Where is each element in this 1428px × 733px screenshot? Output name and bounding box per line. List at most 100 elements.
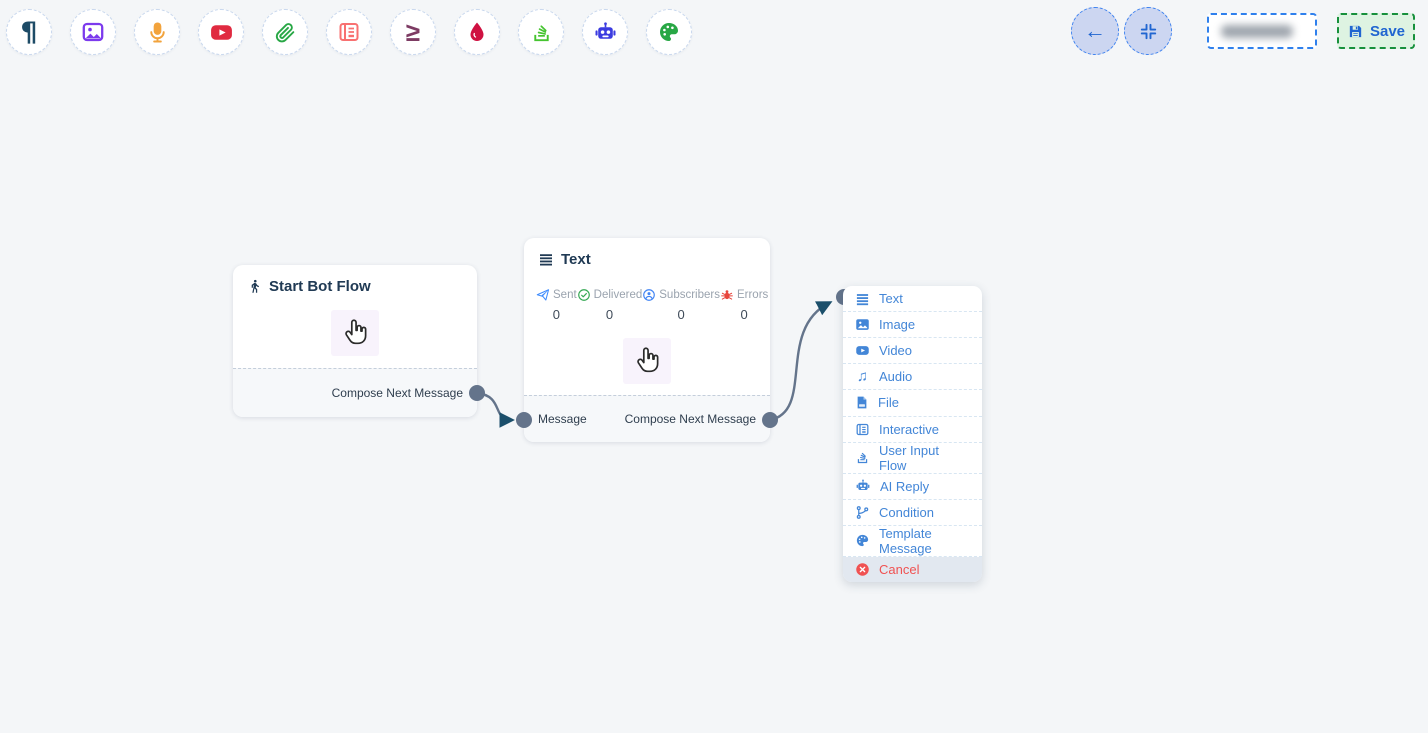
menu-item-template-message[interactable]: Template Message [843, 526, 982, 557]
start-node-header: Start Bot Flow [233, 265, 477, 295]
stat-sent: Sent 0 [536, 288, 577, 322]
menu-item-text[interactable]: Text [843, 286, 982, 312]
stat-errors-value: 0 [741, 307, 748, 322]
branch-icon [855, 505, 870, 520]
toolbar: ¶ ≥ [6, 9, 692, 55]
menu-item-label: Audio [879, 369, 912, 384]
menu-item-label: Interactive [879, 422, 939, 437]
robot-icon [593, 20, 618, 45]
menu-item-label: Text [879, 291, 903, 306]
toolbar-gte-button[interactable]: ≥ [390, 9, 436, 55]
menu-item-user-input-flow[interactable]: User Input Flow [843, 443, 982, 474]
text-node[interactable]: Text Sent 0 Delivered 0 Subscribers 0 [524, 238, 770, 442]
hand-pointer-icon [630, 344, 664, 378]
start-node-title: Start Bot Flow [269, 278, 371, 295]
menu-item-cancel[interactable]: Cancel [843, 557, 982, 582]
save-icon [1347, 23, 1364, 40]
greater-equal-icon: ≥ [406, 19, 420, 45]
toolbar-text-button[interactable]: ¶ [6, 9, 52, 55]
video-icon [855, 343, 870, 358]
hamburger-icon [538, 252, 554, 267]
text-node-stats: Sent 0 Delivered 0 Subscribers 0 Errors … [524, 288, 770, 322]
stack-icon [530, 21, 553, 44]
toolbar-drop-button[interactable] [454, 9, 500, 55]
compose-next-message-port-label[interactable]: Compose Next Message [332, 386, 463, 400]
menu-item-audio[interactable]: ♫ Audio [843, 364, 982, 390]
user-circle-icon [642, 288, 656, 302]
compress-view-button[interactable] [1124, 7, 1172, 55]
stat-errors-label: Errors [737, 289, 768, 301]
wire-start-to-text [477, 393, 511, 420]
music-note-icon: ♫ [855, 369, 870, 384]
start-node-footer: Compose Next Message [233, 368, 477, 417]
text-node-footer: Message Compose Next Message [524, 395, 770, 442]
menu-item-file[interactable]: File [843, 390, 982, 416]
newspaper-icon [337, 20, 361, 44]
menu-item-interactive[interactable]: Interactive [843, 417, 982, 443]
menu-item-image[interactable]: Image [843, 312, 982, 338]
walking-person-icon [247, 278, 262, 295]
drag-cursor-pad [623, 338, 671, 384]
node-type-menu: Text Image Video ♫ Audio File Interactiv… [843, 286, 982, 582]
stat-delivered-value: 0 [606, 307, 613, 322]
menu-item-label: Image [879, 317, 915, 332]
save-button[interactable]: Save [1337, 13, 1415, 49]
stat-delivered: Delivered 0 [577, 288, 643, 322]
microphone-icon [146, 21, 169, 44]
menu-item-label: File [878, 395, 899, 410]
drop-icon [465, 20, 489, 44]
menu-item-video[interactable]: Video [843, 338, 982, 364]
start-bot-flow-node[interactable]: Start Bot Flow Compose Next Message [233, 265, 477, 417]
toolbar-user-input-button[interactable] [518, 9, 564, 55]
drag-cursor-pad [331, 310, 379, 356]
menu-item-label: Template Message [879, 526, 970, 556]
wire-text-to-menu [770, 303, 829, 420]
stat-subscribers-value: 0 [677, 307, 684, 322]
palette-icon [657, 20, 681, 44]
stat-subscribers: Subscribers 0 [642, 288, 720, 322]
stat-sent-label: Sent [553, 289, 577, 301]
hand-pointer-icon [338, 316, 372, 350]
robot-icon [855, 478, 871, 494]
menu-item-label: User Input Flow [879, 443, 970, 473]
image-icon [81, 20, 105, 44]
toolbar-template-button[interactable] [646, 9, 692, 55]
newspaper-icon [855, 422, 870, 437]
compress-icon [1139, 22, 1158, 41]
arrow-left-icon: ← [1084, 20, 1106, 42]
redacted-text [1221, 25, 1293, 38]
file-icon [855, 395, 869, 410]
check-circle-icon [577, 288, 591, 302]
stat-errors: Errors 0 [720, 288, 768, 322]
flow-title-input[interactable] [1207, 13, 1317, 49]
back-button[interactable]: ← [1071, 7, 1119, 55]
image-icon [855, 317, 870, 332]
toolbar-ai-reply-button[interactable] [582, 9, 628, 55]
paper-plane-icon [536, 288, 550, 302]
menu-item-condition[interactable]: Condition [843, 500, 982, 526]
compose-next-message-port-label[interactable]: Compose Next Message [625, 412, 756, 426]
toolbar-audio-button[interactable] [134, 9, 180, 55]
pilcrow-icon: ¶ [20, 19, 37, 46]
menu-item-label: Condition [879, 505, 934, 520]
paperclip-icon [274, 21, 297, 44]
text-node-title: Text [561, 251, 591, 268]
toolbar-interactive-button[interactable] [326, 9, 372, 55]
menu-item-label: Cancel [879, 562, 919, 577]
menu-item-ai-reply[interactable]: AI Reply [843, 474, 982, 500]
menu-item-label: AI Reply [880, 479, 929, 494]
cancel-icon [855, 562, 870, 577]
toolbar-video-button[interactable] [198, 9, 244, 55]
stat-sent-value: 0 [553, 307, 560, 322]
toolbar-file-button[interactable] [262, 9, 308, 55]
hamburger-icon [855, 292, 870, 306]
toolbar-image-button[interactable] [70, 9, 116, 55]
youtube-play-icon [209, 20, 234, 45]
stack-icon [855, 450, 870, 465]
stat-delivered-label: Delivered [594, 289, 643, 301]
text-node-header: Text [524, 238, 770, 268]
message-port-label[interactable]: Message [538, 412, 587, 426]
bug-icon [720, 288, 734, 302]
palette-icon [855, 533, 870, 548]
save-button-label: Save [1370, 23, 1405, 40]
